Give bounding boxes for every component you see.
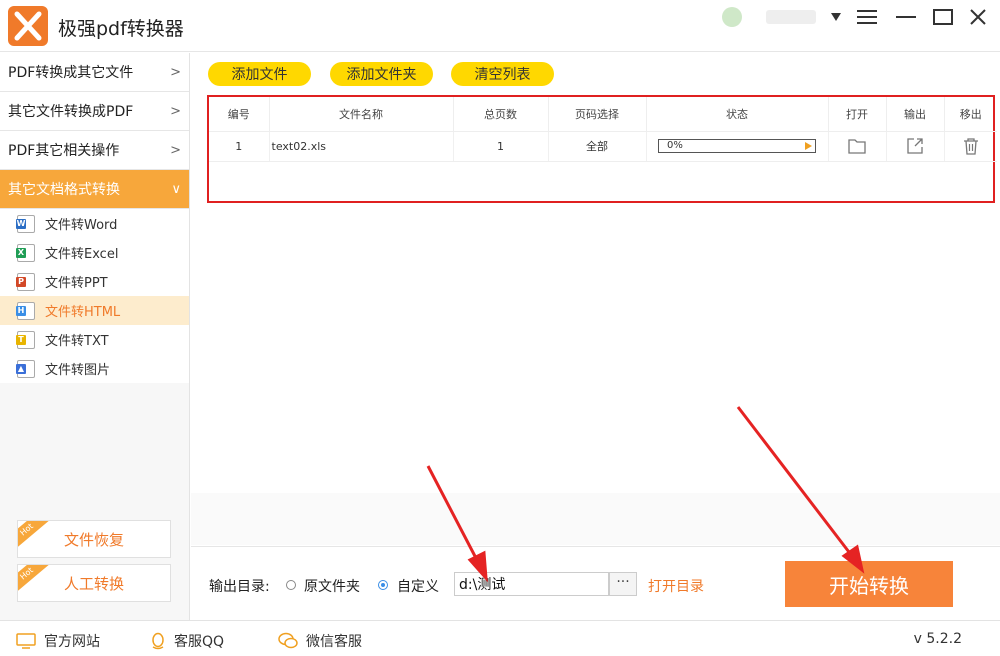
- txt-icon: T: [16, 330, 35, 349]
- app-title: 极强pdf转换器: [58, 18, 184, 40]
- qq-support-link[interactable]: 客服QQ: [150, 631, 224, 651]
- add-file-button[interactable]: 添加文件: [208, 62, 311, 86]
- browse-button[interactable]: ···: [609, 572, 637, 596]
- radio-custom-label[interactable]: 自定义: [397, 576, 439, 596]
- row-pages: 1: [453, 131, 549, 162]
- sub-item-to-word[interactable]: W 文件转Word: [0, 209, 189, 238]
- nav-other-doc-convert[interactable]: 其它文档格式转换 ∨: [0, 170, 189, 209]
- minimize-icon[interactable]: [892, 4, 920, 30]
- sub-item-to-html[interactable]: H 文件转HTML: [0, 296, 189, 325]
- file-table: 编号 文件名称 总页数 页码选择 状态 打开 输出 移出 1 text02.xl…: [207, 95, 997, 203]
- radio-original-folder[interactable]: [286, 580, 296, 590]
- col-page-range: 页码选择: [548, 97, 647, 132]
- row-index: 1: [209, 131, 270, 162]
- clear-list-button[interactable]: 清空列表: [451, 62, 554, 86]
- hot-badge: Hot: [18, 565, 50, 595]
- nav-pdf-to-other[interactable]: PDF转换成其它文件 >: [0, 53, 189, 92]
- start-convert-button[interactable]: 开始转换: [785, 561, 953, 607]
- main-panel: 添加文件 添加文件夹 清空列表 编号 文件名称 总页数 页码选择 状态 打开 输…: [191, 53, 1000, 545]
- sidebar: PDF转换成其它文件 > 其它文件转换成PDF > PDF其它相关操作 > 其它…: [0, 53, 190, 620]
- add-folder-button[interactable]: 添加文件夹: [330, 62, 433, 86]
- sub-item-to-txt[interactable]: T 文件转TXT: [0, 325, 189, 354]
- wechat-support-link[interactable]: 微信客服: [278, 631, 362, 651]
- row-filename: text02.xls: [269, 131, 454, 162]
- official-website-link[interactable]: 官方网站: [16, 631, 100, 651]
- col-pages: 总页数: [453, 97, 549, 132]
- nav-other-to-pdf[interactable]: 其它文件转换成PDF >: [0, 92, 189, 131]
- col-output: 输出: [886, 97, 945, 132]
- sub-menu: W 文件转Word X 文件转Excel P 文件转PPT H 文件转HTML …: [0, 209, 189, 383]
- col-open: 打开: [828, 97, 887, 132]
- wechat-icon: [278, 632, 298, 649]
- sub-item-to-image[interactable]: ▲ 文件转图片: [0, 354, 189, 383]
- list-bottom-area: [191, 493, 1000, 545]
- qq-icon: [152, 632, 164, 650]
- menu-icon[interactable]: [853, 4, 881, 30]
- word-icon: W: [16, 214, 35, 233]
- app-logo-icon: [8, 6, 48, 46]
- row-page-range[interactable]: 全部: [548, 131, 647, 162]
- chevron-right-icon: >: [170, 103, 181, 119]
- manual-convert-button[interactable]: Hot 人工转换: [17, 564, 171, 602]
- radio-custom-folder[interactable]: [378, 580, 388, 590]
- chevron-right-icon: >: [170, 64, 181, 80]
- version-label: v 5.2.2: [913, 631, 962, 647]
- hot-badge: Hot: [18, 521, 50, 551]
- html-icon: H: [16, 301, 35, 320]
- open-file-icon[interactable]: [828, 131, 887, 162]
- maximize-icon[interactable]: [929, 4, 957, 30]
- chevron-right-icon: >: [170, 142, 181, 158]
- progress-bar: 0%: [658, 139, 816, 153]
- col-index: 编号: [209, 97, 270, 132]
- excel-icon: X: [16, 243, 35, 262]
- col-status: 状态: [646, 97, 829, 132]
- row-status: 0%: [646, 131, 829, 162]
- user-avatar[interactable]: [722, 7, 742, 27]
- output-settings: 输出目录: 原文件夹 自定义 ··· 打开目录 开始转换: [191, 546, 1000, 620]
- dropdown-caret-icon[interactable]: [822, 4, 850, 30]
- col-filename: 文件名称: [269, 97, 454, 132]
- sub-item-to-excel[interactable]: X 文件转Excel: [0, 238, 189, 267]
- open-directory-link[interactable]: 打开目录: [648, 576, 704, 596]
- file-recovery-button[interactable]: Hot 文件恢复: [17, 520, 171, 558]
- export-icon[interactable]: [886, 131, 945, 162]
- output-path-input[interactable]: [454, 572, 609, 596]
- play-arrow-icon: [805, 142, 812, 150]
- user-name-blurred[interactable]: [766, 10, 816, 24]
- monitor-icon: [16, 633, 36, 649]
- nav-pdf-other-ops[interactable]: PDF其它相关操作 >: [0, 131, 189, 170]
- close-icon[interactable]: [964, 4, 992, 30]
- chevron-down-icon: ∨: [171, 181, 181, 197]
- table-row[interactable]: 1 text02.xls 1 全部 0%: [209, 131, 997, 162]
- table-header-row: 编号 文件名称 总页数 页码选择 状态 打开 输出 移出: [209, 97, 997, 132]
- title-bar: 极强pdf转换器: [0, 0, 1000, 52]
- radio-original-label[interactable]: 原文件夹: [304, 576, 360, 596]
- ppt-icon: P: [16, 272, 35, 291]
- sub-item-to-ppt[interactable]: P 文件转PPT: [0, 267, 189, 296]
- status-bar: 官方网站 客服QQ 微信客服 v 5.2.2: [0, 620, 1000, 656]
- col-remove: 移出: [944, 97, 997, 132]
- trash-icon[interactable]: [944, 131, 997, 162]
- image-icon: ▲: [16, 359, 35, 378]
- output-dir-label: 输出目录:: [209, 579, 270, 595]
